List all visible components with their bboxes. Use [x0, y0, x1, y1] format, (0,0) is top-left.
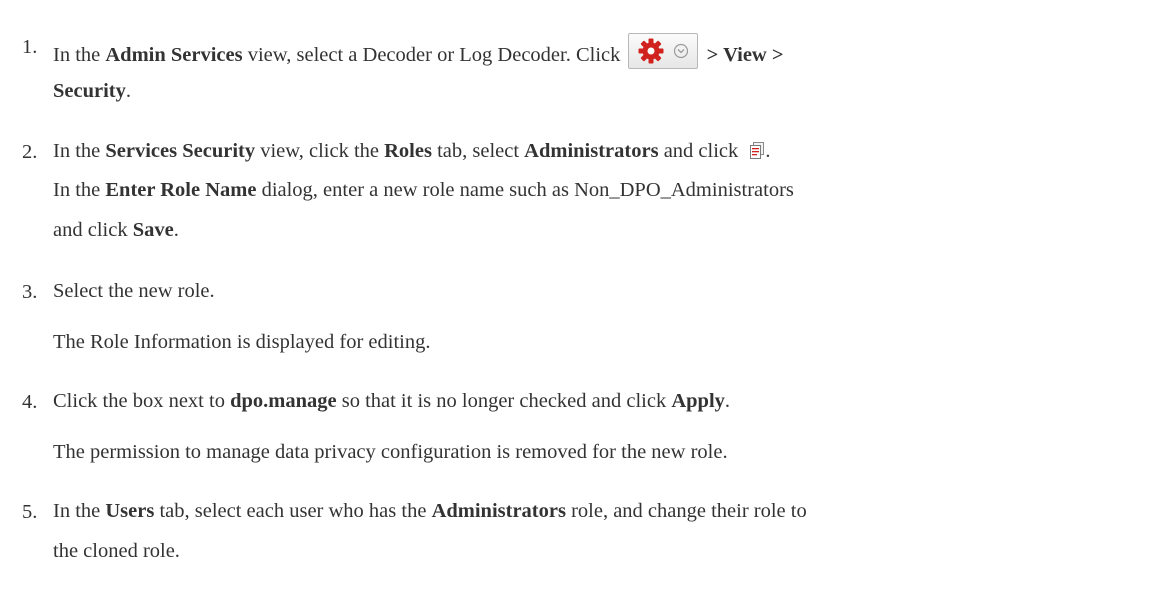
users-tab-label: Users — [105, 500, 155, 522]
view-menu-path: > View > — [701, 44, 784, 66]
services-security-label: Services Security — [105, 140, 256, 162]
step-2-line-1: In the Services Security view, click the… — [53, 140, 771, 162]
step-number: 3. — [22, 281, 38, 303]
procedure-document: 1. In the Admin Services view, select a … — [0, 0, 1166, 592]
apply-label: Apply — [671, 390, 725, 412]
step-2-line-3: and click Save. — [53, 219, 179, 241]
dpo-manage-label: dpo.manage — [230, 390, 337, 412]
administrators-label: Administrators — [524, 140, 659, 162]
step-1-line-2: Security. — [53, 80, 131, 102]
clone-icon[interactable] — [749, 142, 765, 160]
enter-role-name-label: Enter Role Name — [105, 179, 257, 201]
step-5-line-1: In the Users tab, select each user who h… — [53, 500, 807, 522]
roles-tab-label: Roles — [384, 140, 432, 162]
admin-services-label: Admin Services — [105, 44, 243, 66]
security-label: Security — [53, 80, 126, 102]
step-number: 4. — [22, 391, 38, 413]
step-4-line-2: The permission to manage data privacy co… — [53, 441, 728, 463]
step-3-line-1: Select the new role. — [53, 280, 215, 302]
step-number: 2. — [22, 141, 38, 163]
chevron-down-icon — [673, 43, 688, 59]
step-number: 1. — [22, 36, 38, 58]
step-4-line-1: Click the box next to dpo.manage so that… — [53, 390, 731, 412]
step-2-line-2: In the Enter Role Name dialog, enter a n… — [53, 179, 794, 201]
gear-icon — [638, 38, 664, 64]
step-1-line-1: In the Admin Services view, select a Dec… — [53, 33, 784, 69]
step-5-line-2: the cloned role. — [53, 540, 180, 562]
administrators-role-label: Administrators — [431, 500, 566, 522]
step-3-line-2: The Role Information is displayed for ed… — [53, 331, 431, 353]
step-number: 5. — [22, 501, 38, 523]
gear-menu-button[interactable] — [627, 33, 698, 69]
save-label: Save — [132, 219, 174, 241]
